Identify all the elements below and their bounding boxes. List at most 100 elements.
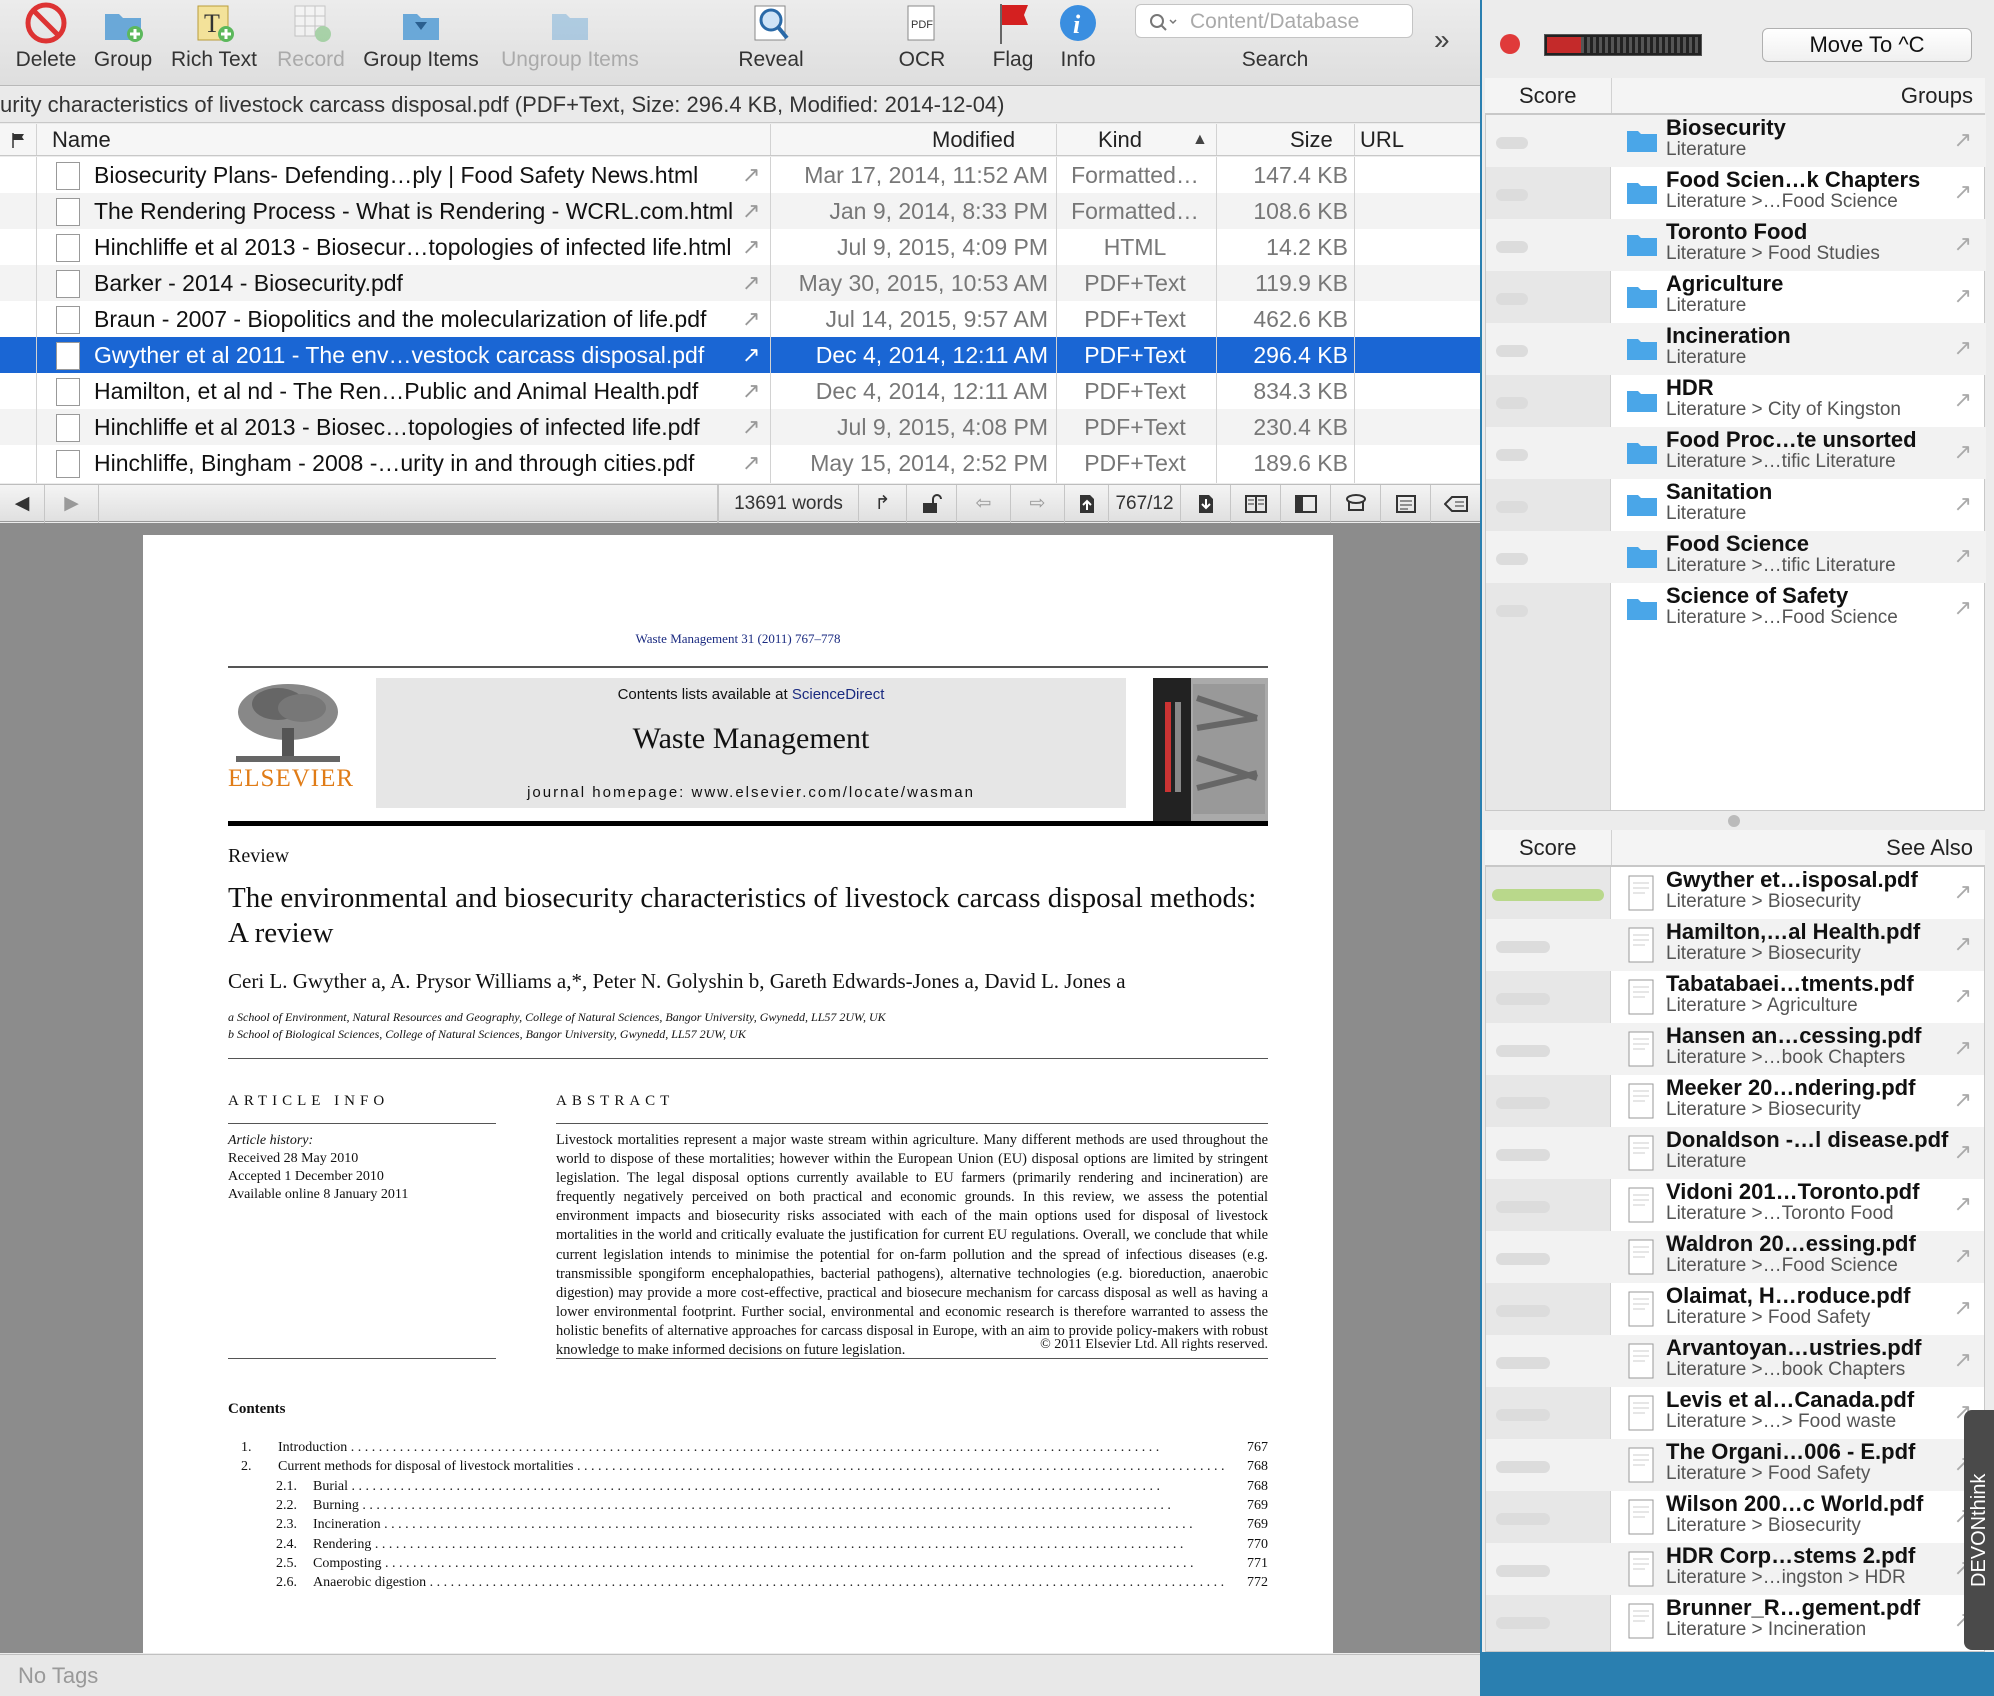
- toc-entry[interactable]: 1. Introduction . . . . . . . . . . . . .…: [228, 1440, 1268, 1459]
- next-page-button[interactable]: ⇨: [1010, 485, 1064, 523]
- open-arrow-icon[interactable]: ↗: [1954, 387, 1972, 413]
- document-row[interactable]: The Rendering Process - What is Renderin…: [0, 193, 1480, 229]
- group-item[interactable]: Food Scien…k Chapters Literature >…Food S…: [1486, 167, 1986, 219]
- group-item[interactable]: Science of Safety Literature >…Food Scien…: [1486, 583, 1986, 635]
- sidebar-toggle-button[interactable]: [1280, 485, 1330, 523]
- open-arrow-icon[interactable]: ↗: [742, 193, 760, 229]
- open-arrow-icon[interactable]: ↗: [1954, 879, 1972, 905]
- see-also-item[interactable]: Hansen an…cessing.pdf Literature >…book C…: [1486, 1023, 1984, 1075]
- seealso-score-column[interactable]: Score: [1519, 835, 1576, 861]
- document-row[interactable]: Barker - 2014 - Biosecurity.pdf ↗ May 30, …: [0, 265, 1480, 301]
- open-arrow-icon[interactable]: ↗: [1954, 1139, 1972, 1165]
- open-arrow-icon[interactable]: ↗: [742, 265, 760, 301]
- page-up-button[interactable]: [1064, 485, 1108, 523]
- print-button[interactable]: [1330, 485, 1380, 523]
- document-row[interactable]: Braun - 2007 - Biopolitics and the molec…: [0, 301, 1480, 337]
- devonthink-sorter-tab[interactable]: DEVONthink: [1964, 1410, 1994, 1650]
- group-item[interactable]: Agriculture Literature ↗: [1486, 271, 1986, 323]
- group-item[interactable]: Incineration Literature ↗: [1486, 323, 1986, 375]
- document-row[interactable]: Hinchliffe et al 2013 - Biosec…topologie…: [0, 409, 1480, 445]
- lock-button[interactable]: [906, 485, 956, 523]
- sciencedirect-link[interactable]: ScienceDirect: [792, 686, 885, 703]
- info-button[interactable]: i Info: [1048, 0, 1108, 86]
- groups-score-column[interactable]: Score: [1519, 83, 1576, 109]
- column-size[interactable]: Size: [1290, 127, 1333, 153]
- see-also-item[interactable]: Tabatabaei…tments.pdf Literature > Agricu…: [1486, 971, 1984, 1023]
- rich-text-button[interactable]: T Rich Text: [166, 0, 262, 86]
- open-arrow-icon[interactable]: ↗: [1954, 439, 1972, 465]
- journal-reference[interactable]: Waste Management 31 (2011) 767–778: [143, 631, 1333, 647]
- two-page-button[interactable]: [1230, 485, 1280, 523]
- see-also-item[interactable]: Gwyther et…isposal.pdf Literature > Biose…: [1486, 867, 1984, 919]
- group-item[interactable]: Food Proc…te unsorted Literature >…tific …: [1486, 427, 1986, 479]
- open-arrow-icon[interactable]: ↗: [1954, 179, 1972, 205]
- document-row[interactable]: Hinchliffe, Bingham - 2008 -…urity in an…: [0, 445, 1480, 481]
- open-arrow-icon[interactable]: ↗: [742, 157, 760, 193]
- column-modified[interactable]: Modified: [932, 127, 1015, 153]
- see-also-item[interactable]: Vidoni 201…Toronto.pdf Literature >…Toron…: [1486, 1179, 1984, 1231]
- open-arrow-icon[interactable]: ↗: [742, 409, 760, 445]
- reveal-button[interactable]: Reveal: [728, 0, 814, 86]
- splitter-handle[interactable]: [1728, 815, 1740, 827]
- page-down-button[interactable]: [1180, 485, 1230, 523]
- open-arrow-icon[interactable]: ↗: [1954, 1295, 1972, 1321]
- see-also-item[interactable]: Meeker 20…ndering.pdf Literature > Biosec…: [1486, 1075, 1984, 1127]
- open-arrow-icon[interactable]: ↗: [1954, 491, 1972, 517]
- document-row[interactable]: Biosecurity Plans- Defending…ply | Food …: [0, 157, 1480, 193]
- flag-column-icon[interactable]: [10, 132, 26, 148]
- share-button[interactable]: ↱: [858, 485, 906, 523]
- open-arrow-icon[interactable]: ↗: [742, 373, 760, 409]
- see-also-item[interactable]: Waldron 20…essing.pdf Literature >…Food S…: [1486, 1231, 1984, 1283]
- toc-entry[interactable]: 2.2. Burning . . . . . . . . . . . . . . …: [228, 1498, 1268, 1517]
- group-item[interactable]: HDR Literature > City of Kingston ↗: [1486, 375, 1986, 427]
- see-also-item[interactable]: The Organi…006 - E.pdf Literature > Food …: [1486, 1439, 1984, 1491]
- open-arrow-icon[interactable]: ↗: [1954, 231, 1972, 257]
- open-arrow-icon[interactable]: ↗: [1954, 335, 1972, 361]
- toc-entry[interactable]: 2.6. Anaerobic digestion . . . . . . . . …: [228, 1575, 1268, 1594]
- group-item[interactable]: Food Science Literature >…tific Literatur…: [1486, 531, 1986, 583]
- toolbar-overflow-button[interactable]: »: [1434, 24, 1450, 56]
- open-arrow-icon[interactable]: ↗: [742, 301, 760, 337]
- open-arrow-icon[interactable]: ↗: [1954, 931, 1972, 957]
- group-item[interactable]: Sanitation Literature ↗: [1486, 479, 1986, 531]
- ungroup-items-button[interactable]: Ungroup Items: [494, 0, 646, 86]
- toc-entry[interactable]: 2.4. Rendering . . . . . . . . . . . . . …: [228, 1537, 1268, 1556]
- journal-homepage[interactable]: journal homepage: www.elsevier.com/locat…: [376, 784, 1126, 801]
- see-also-item[interactable]: HDR Corp…stems 2.pdf Literature >…ingston…: [1486, 1543, 1984, 1595]
- toc-entry[interactable]: 2.5. Composting . . . . . . . . . . . . .…: [228, 1556, 1268, 1575]
- document-row[interactable]: Hinchliffe et al 2013 - Biosecur…topolog…: [0, 229, 1480, 265]
- tag-button[interactable]: [1430, 485, 1480, 523]
- open-arrow-icon[interactable]: ↗: [1954, 1191, 1972, 1217]
- see-also-item[interactable]: Hamilton,…al Health.pdf Literature > Bios…: [1486, 919, 1984, 971]
- page-indicator[interactable]: 767/12: [1108, 485, 1180, 523]
- group-button[interactable]: Group: [90, 0, 156, 86]
- annotation-button[interactable]: [1380, 485, 1430, 523]
- open-arrow-icon[interactable]: ↗: [1954, 1243, 1972, 1269]
- group-item[interactable]: Biosecurity Literature ↗: [1486, 115, 1986, 167]
- toc-entry[interactable]: 2.3. Incineration . . . . . . . . . . . .…: [228, 1517, 1268, 1536]
- open-arrow-icon[interactable]: ↗: [1954, 283, 1972, 309]
- see-also-column[interactable]: See Also: [1886, 835, 1973, 861]
- column-kind[interactable]: Kind: [1098, 127, 1142, 153]
- see-also-item[interactable]: Arvantoyan…ustries.pdf Literature >…book …: [1486, 1335, 1984, 1387]
- record-button[interactable]: Record: [268, 0, 354, 86]
- toc-entry[interactable]: 2.1. Burial . . . . . . . . . . . . . . .…: [228, 1479, 1268, 1498]
- open-arrow-icon[interactable]: ↗: [1954, 983, 1972, 1009]
- see-also-item[interactable]: Brunner_R…gement.pdf Literature > Inciner…: [1486, 1595, 1984, 1647]
- open-arrow-icon[interactable]: ↗: [1954, 1035, 1972, 1061]
- tags-field[interactable]: No Tags: [18, 1663, 98, 1688]
- group-item[interactable]: Toronto Food Literature > Food Studies ↗: [1486, 219, 1986, 271]
- column-url[interactable]: URL: [1360, 127, 1404, 153]
- open-arrow-icon[interactable]: ↗: [742, 445, 760, 481]
- close-window-icon[interactable]: [1500, 34, 1520, 54]
- forward-button[interactable]: ▶: [44, 485, 98, 523]
- document-row[interactable]: Gwyther et al 2011 - The env…vestock car…: [0, 337, 1480, 373]
- move-to-button[interactable]: Move To ^C: [1762, 28, 1972, 62]
- see-also-item[interactable]: Olaimat, H…roduce.pdf Literature > Food S…: [1486, 1283, 1984, 1335]
- column-name[interactable]: Name: [52, 127, 111, 153]
- document-row[interactable]: Hamilton, et al nd - The Ren…Public and …: [0, 373, 1480, 409]
- open-arrow-icon[interactable]: ↗: [1954, 1347, 1972, 1373]
- see-also-item[interactable]: Wilson 200…c World.pdf Literature > Biose…: [1486, 1491, 1984, 1543]
- open-arrow-icon[interactable]: ↗: [1954, 543, 1972, 569]
- toc-entry[interactable]: 2. Current methods for disposal of livest…: [228, 1459, 1268, 1478]
